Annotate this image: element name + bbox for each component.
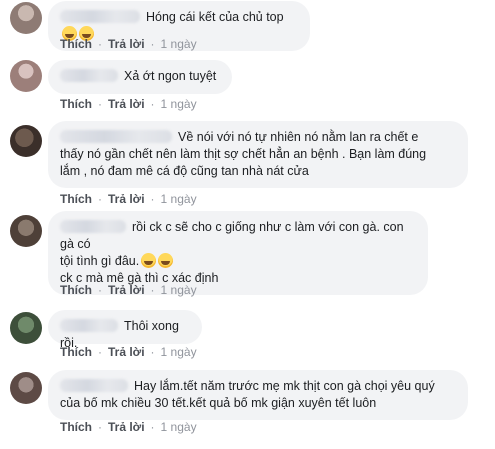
author-name[interactable] (60, 319, 118, 332)
like-link[interactable]: Thích (60, 37, 92, 51)
like-link[interactable]: Thích (60, 192, 92, 206)
comment-bubble: Thôi xong rồi. (48, 310, 202, 350)
author-name[interactable] (60, 130, 172, 143)
like-link[interactable]: Thích (60, 97, 92, 111)
comment-text: Hóng cái kết của chủ top (146, 10, 284, 24)
avatar[interactable] (10, 60, 42, 92)
like-link[interactable]: Thích (60, 345, 92, 359)
avatar[interactable] (10, 312, 42, 344)
like-link[interactable]: Thích (60, 283, 92, 297)
timestamp[interactable]: 1 ngày (161, 420, 197, 434)
timestamp[interactable]: 1 ngày (161, 192, 197, 206)
avatar[interactable] (10, 372, 42, 404)
reply-link[interactable]: Trả lời (108, 192, 145, 206)
like-link[interactable]: Thích (60, 420, 92, 434)
author-name[interactable] (60, 10, 140, 23)
comment-actions: Thích · Trả lời · 1 ngày (60, 420, 197, 434)
comment-actions: Thích · Trả lời · 1 ngày (60, 97, 197, 111)
reply-link[interactable]: Trả lời (108, 37, 145, 51)
comment-actions: Thích · Trả lời · 1 ngày (60, 192, 197, 206)
timestamp[interactable]: 1 ngày (161, 37, 197, 51)
reply-link[interactable]: Trả lời (108, 345, 145, 359)
reply-link[interactable]: Trả lời (108, 420, 145, 434)
reply-link[interactable]: Trả lời (108, 283, 145, 297)
author-name[interactable] (60, 69, 118, 82)
comment-text: Xả ớt ngon tuyệt (124, 69, 217, 83)
avatar[interactable] (10, 215, 42, 247)
avatar[interactable] (10, 2, 42, 34)
timestamp[interactable]: 1 ngày (161, 97, 197, 111)
comment-actions: Thích · Trả lời · 1 ngày (60, 283, 197, 297)
comment-actions: Thích · Trả lời · 1 ngày (60, 37, 197, 51)
grinning-sweat-emoji (141, 253, 157, 268)
grinning-sweat-emoji (158, 253, 174, 268)
avatar[interactable] (10, 125, 42, 157)
comment-bubble: Hay lắm.tết năm trước mẹ mk thịt con gà … (48, 370, 468, 420)
comment-actions: Thích · Trả lời · 1 ngày (60, 345, 197, 359)
timestamp[interactable]: 1 ngày (161, 345, 197, 359)
author-name[interactable] (60, 220, 126, 233)
author-name[interactable] (60, 379, 128, 392)
comment-bubble: Xả ớt ngon tuyệt (48, 60, 232, 94)
comment-bubble: Về nói với nó tự nhiên nó nằm lan ra chế… (48, 121, 468, 188)
reply-link[interactable]: Trả lời (108, 97, 145, 111)
timestamp[interactable]: 1 ngày (161, 283, 197, 297)
